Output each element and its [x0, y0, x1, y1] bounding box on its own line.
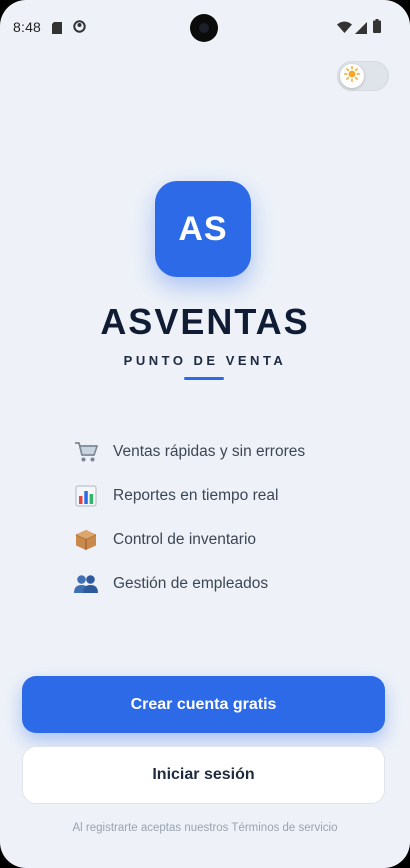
notification-circle-icon — [73, 20, 86, 38]
app-subtitle: PUNTO DE VENTA — [123, 353, 287, 368]
feature-item: Gestión de empleados — [73, 562, 373, 606]
people-icon — [73, 571, 99, 597]
sd-card-icon — [52, 21, 62, 39]
feature-item: Reportes en tiempo real — [73, 474, 373, 518]
sign-in-button[interactable]: Iniciar sesión — [22, 746, 385, 804]
front-camera — [190, 14, 218, 42]
status-bar: 8:48 — [0, 0, 410, 52]
feature-list: Ventas rápidas y sin errores Reportes en… — [73, 430, 373, 606]
toggle-knob — [340, 64, 364, 88]
status-time: 8:48 — [13, 19, 42, 35]
app-screen: 8:48 AS ASVENTAS PUNTO DE VENTA Ventas r… — [0, 0, 410, 868]
feature-label: Reportes en tiempo real — [113, 487, 279, 504]
wifi-icon — [337, 20, 352, 38]
feature-label: Ventas rápidas y sin errores — [113, 443, 306, 460]
feature-item: Ventas rápidas y sin errores — [73, 430, 373, 474]
package-icon — [73, 527, 99, 553]
create-account-button[interactable]: Crear cuenta gratis — [22, 676, 385, 733]
sun-icon — [344, 65, 360, 87]
app-logo: AS — [155, 181, 251, 277]
battery-icon — [373, 19, 381, 38]
feature-label: Gestión de empleados — [113, 575, 269, 592]
signal-icon — [355, 21, 367, 39]
terms-notice: Al registrarte aceptas nuestros Términos… — [72, 822, 338, 834]
bar-chart-icon — [73, 483, 99, 509]
theme-toggle[interactable] — [337, 61, 389, 91]
accent-divider — [184, 377, 224, 380]
feature-item: Control de inventario — [73, 518, 373, 562]
feature-label: Control de inventario — [113, 531, 257, 548]
app-title: ASVENTAS — [100, 301, 310, 342]
shopping-cart-icon — [73, 439, 99, 465]
logo-text: AS — [178, 209, 228, 248]
